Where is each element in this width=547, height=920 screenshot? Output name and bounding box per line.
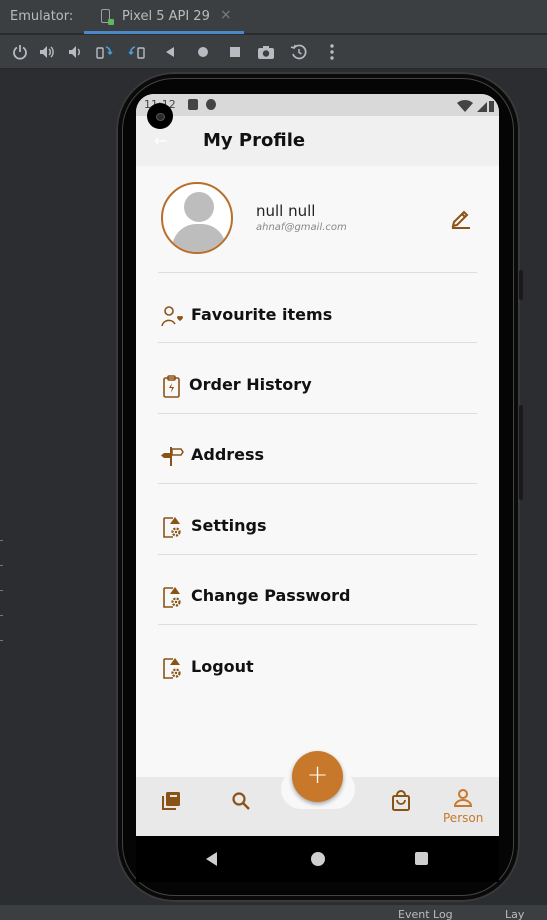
rotate-left-icon[interactable] bbox=[95, 43, 113, 61]
device-tab[interactable]: Pixel 5 API 29 × bbox=[84, 0, 244, 34]
sim-card-icon bbox=[188, 99, 198, 110]
volume-down-icon[interactable] bbox=[66, 43, 84, 61]
status-bar: 11:12 bbox=[136, 94, 499, 116]
menu-item-order-history[interactable]: Order History bbox=[136, 349, 499, 419]
back-icon[interactable] bbox=[162, 43, 180, 61]
menu-divider bbox=[158, 483, 477, 484]
menu-divider bbox=[158, 624, 477, 625]
menu-item-label: Address bbox=[191, 445, 265, 464]
bag-icon[interactable] bbox=[390, 790, 412, 812]
menu-item-settings[interactable]: Settings bbox=[136, 490, 499, 560]
page-title: My Profile bbox=[203, 130, 306, 151]
power-icon[interactable] bbox=[11, 43, 29, 61]
phone-side-button-volume[interactable] bbox=[519, 405, 523, 500]
menu-item-logout[interactable]: Logout bbox=[136, 631, 499, 701]
overview-icon[interactable] bbox=[226, 43, 244, 61]
doc-gear-icon bbox=[160, 656, 184, 680]
emulator-tab-bar: Emulator: Pixel 5 API 29 × bbox=[0, 0, 547, 34]
device-screen: 11:12 ← My Profile null null ahnaf@gmail… bbox=[136, 94, 499, 836]
menu-item-favourites[interactable]: Favourite items bbox=[136, 279, 499, 349]
avatar-body bbox=[172, 224, 226, 252]
nav-person-label[interactable]: Person bbox=[443, 811, 483, 825]
avatar-head bbox=[184, 192, 214, 222]
back-arrow-icon[interactable]: ← bbox=[154, 131, 167, 150]
device-tab-label: Pixel 5 API 29 bbox=[122, 9, 210, 24]
edit-pencil-icon[interactable] bbox=[450, 206, 472, 230]
more-icon[interactable] bbox=[323, 43, 341, 61]
avatar[interactable] bbox=[161, 182, 233, 254]
person-heart-icon bbox=[160, 304, 184, 328]
system-navigation-bar bbox=[136, 836, 499, 882]
notification-icon bbox=[206, 99, 216, 110]
menu-item-label: Change Password bbox=[191, 586, 351, 605]
doc-gear-icon bbox=[160, 515, 184, 539]
screenshot-icon[interactable] bbox=[257, 43, 275, 61]
layout-inspector-link[interactable]: Lay bbox=[505, 908, 524, 920]
rotate-right-icon[interactable] bbox=[128, 43, 146, 61]
signal-battery-icon bbox=[455, 98, 495, 112]
menu-item-label: Logout bbox=[191, 657, 254, 676]
menu-divider bbox=[158, 342, 477, 343]
tab-close-icon[interactable]: × bbox=[220, 7, 232, 23]
menu-item-label: Order History bbox=[189, 375, 312, 394]
menu-divider bbox=[158, 554, 477, 555]
menu-item-label: Settings bbox=[191, 516, 267, 535]
snapshot-icon[interactable] bbox=[290, 43, 308, 61]
doc-gear-icon bbox=[160, 585, 184, 609]
front-camera bbox=[147, 103, 173, 129]
profile-name: null null bbox=[256, 202, 316, 220]
profile-header: null null ahnaf@gmail.com bbox=[136, 166, 499, 271]
emulator-toolbar bbox=[0, 35, 547, 69]
profile-email: ahnaf@gmail.com bbox=[256, 222, 347, 233]
ide-bottom-bar: Event Log Lay bbox=[0, 905, 547, 920]
app-bar: ← My Profile bbox=[136, 116, 499, 166]
menu-item-label: Favourite items bbox=[191, 305, 333, 324]
clipboard-bolt-icon bbox=[160, 374, 184, 398]
add-fab-button[interactable]: + bbox=[292, 751, 343, 802]
profile-divider bbox=[158, 272, 477, 273]
emulator-window: Emulator: Pixel 5 API 29 × ← My Profile … bbox=[0, 0, 547, 920]
phone-side-button-top[interactable] bbox=[519, 270, 523, 300]
signpost-icon bbox=[160, 444, 184, 468]
library-icon[interactable] bbox=[160, 790, 182, 812]
emulator-label: Emulator: bbox=[10, 9, 74, 24]
event-log-link[interactable]: Event Log bbox=[398, 908, 453, 920]
device-icon bbox=[101, 9, 114, 25]
system-recents-icon[interactable] bbox=[415, 852, 428, 865]
system-back-icon[interactable] bbox=[206, 852, 217, 866]
menu-item-change-password[interactable]: Change Password bbox=[136, 560, 499, 630]
person-icon[interactable] bbox=[452, 787, 474, 809]
menu-divider bbox=[158, 413, 477, 414]
active-tab-underline bbox=[84, 31, 244, 34]
volume-up-icon[interactable] bbox=[38, 43, 56, 61]
menu-item-address[interactable]: Address bbox=[136, 419, 499, 489]
system-home-icon[interactable] bbox=[311, 852, 325, 866]
left-edge-marks bbox=[0, 540, 4, 690]
search-icon[interactable] bbox=[230, 790, 252, 812]
home-icon[interactable] bbox=[194, 43, 212, 61]
